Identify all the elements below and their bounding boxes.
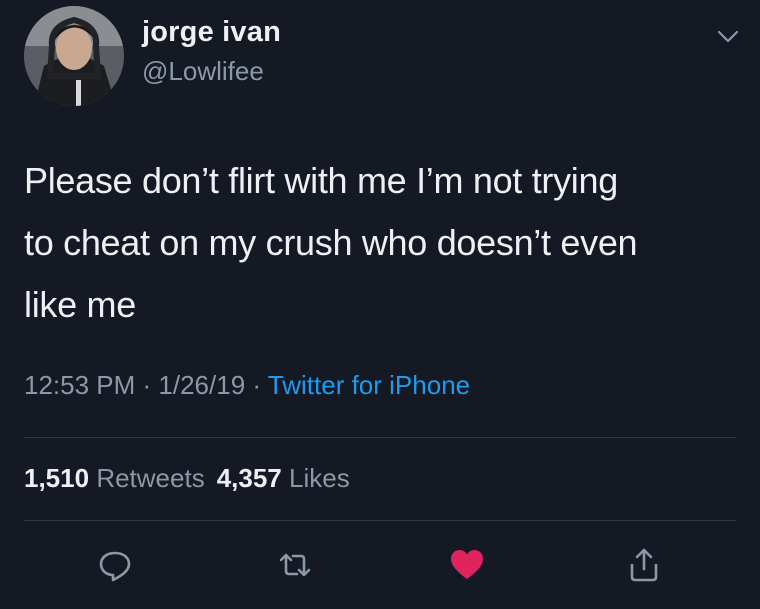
action-bar: [0, 545, 760, 585]
engagement-counts: 1,510 Retweets 4,357 Likes: [24, 463, 350, 494]
meta-separator: ·: [245, 370, 268, 400]
meta-separator: ·: [135, 370, 159, 400]
tweet-text: Please don’t flirt with me I’m not tryin…: [24, 150, 734, 336]
likes-count: 4,357: [216, 463, 282, 493]
retweet-icon[interactable]: [275, 545, 315, 585]
display-name[interactable]: jorge ivan: [142, 16, 281, 49]
tweet-text-line: like me: [24, 284, 136, 325]
tweet-time: 12:53 PM: [24, 370, 136, 400]
avatar-image: [24, 6, 124, 106]
likes-stat[interactable]: 4,357 Likes: [217, 463, 350, 493]
user-handle[interactable]: @Lowlifee: [142, 56, 264, 87]
retweets-count: 1,510: [24, 463, 90, 493]
share-icon[interactable]: [624, 545, 664, 585]
likes-label: Likes: [289, 463, 350, 493]
reply-icon[interactable]: [95, 545, 135, 585]
divider: [24, 437, 736, 438]
retweets-label: Retweets: [96, 463, 205, 493]
tweet-date[interactable]: 1/26/19: [158, 370, 245, 400]
tweet-metadata: 12:53 PM · 1/26/19 · Twitter for iPhone: [24, 370, 470, 401]
tweet-source-link[interactable]: Twitter for iPhone: [268, 370, 470, 400]
heart-icon[interactable]: [447, 545, 487, 585]
divider: [24, 520, 736, 521]
avatar[interactable]: [24, 6, 124, 106]
tweet-text-line: Please don’t flirt with me I’m not tryin…: [24, 160, 618, 201]
chevron-down-icon[interactable]: [716, 26, 740, 46]
tweet-text-line: to cheat on my crush who doesn’t even: [24, 222, 638, 263]
retweets-stat[interactable]: 1,510 Retweets: [24, 463, 205, 493]
